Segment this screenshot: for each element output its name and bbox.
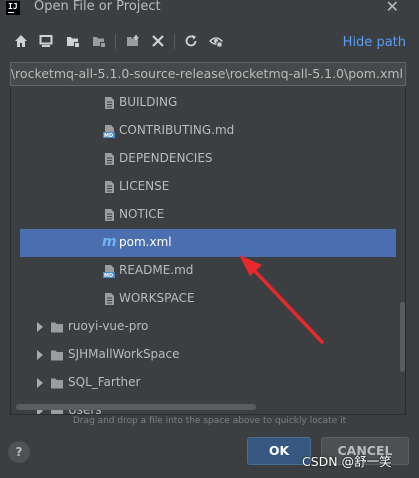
tree-item-sql-farther[interactable]: SQL_Farther [11,369,397,397]
help-button[interactable]: ? [8,441,30,463]
svg-text:MD: MD [104,133,113,138]
horizontal-scrollbar[interactable] [16,404,256,410]
tree-item-label: ruoyi-vue-pro [68,319,149,333]
expand-arrow-icon[interactable] [37,322,43,332]
tree-item-label: pom.xml [119,235,172,249]
tree-item-label: BUILDING [119,95,178,109]
tree-item-label: SQL_Farther [68,375,141,389]
expand-arrow-icon[interactable] [37,350,43,360]
tree-item-license[interactable]: LICENSE [11,173,397,201]
toolbar-separator [115,34,116,49]
tree-item-label: README.md [119,263,194,277]
toolbar: Hide path [0,30,419,54]
tree-item-label: NOTICE [119,207,165,221]
path-input[interactable]: MQ\rocketmq-all-5.1.0-source-release\roc… [10,62,406,86]
markdown-file-icon: MD [102,124,116,138]
intellij-logo-icon: IJ [6,1,20,15]
maven-file-icon: m [102,234,117,250]
new-folder-icon[interactable] [126,34,140,48]
project-folder-icon[interactable] [66,34,80,48]
window-title: Open File or Project [34,0,161,14]
hide-path-link[interactable]: Hide path [343,35,406,50]
tree-item-label: DEPENDENCIES [119,151,213,165]
tree-item-pom-xml[interactable]: m pom.xml [20,229,396,257]
title-bar: IJ Open File or Project ✕ [0,0,419,18]
text-file-icon [102,292,116,306]
folder-icon [50,376,64,390]
svg-text:MD: MD [104,273,113,278]
show-hidden-icon[interactable] [209,34,223,48]
tree-item-workspace[interactable]: WORKSPACE [11,285,397,313]
module-folder-icon[interactable] [92,34,106,48]
tree-item-contributing[interactable]: MD CONTRIBUTING.md [11,117,397,145]
home-icon[interactable] [14,34,28,48]
tree-item-label: SJHMallWorkSpace [68,347,180,361]
close-icon[interactable]: ✕ [386,0,399,16]
drag-drop-hint: Drag and drop a file into the space abov… [72,416,347,426]
tree-item-label: CONTRIBUTING.md [119,123,235,137]
text-file-icon [102,152,116,166]
folder-icon [50,348,64,362]
vertical-scrollbar[interactable] [400,302,405,372]
expand-arrow-icon[interactable] [37,378,43,388]
tree-item-dependencies[interactable]: DEPENDENCIES [11,145,397,173]
delete-icon[interactable] [151,34,165,48]
text-file-icon [102,208,116,222]
refresh-icon[interactable] [184,34,198,48]
tree-item-label: LICENSE [119,179,170,193]
desktop-icon[interactable] [39,34,53,48]
tree-item-building[interactable]: BUILDING [11,89,397,117]
csdn-watermark: CSDN @舒一笑 [302,454,392,469]
tree-item-notice[interactable]: NOTICE [11,201,397,229]
text-file-icon [102,96,116,110]
file-tree[interactable]: BUILDING MD CONTRIBUTING.md DEPENDENCIES… [10,87,406,415]
path-input-value: MQ\rocketmq-all-5.1.0-source-release\roc… [10,66,403,81]
tree-item-ruoyi-vue-pro[interactable]: ruoyi-vue-pro [11,313,397,341]
tree-item-readme[interactable]: MD README.md [11,257,397,285]
text-file-icon [102,180,116,194]
markdown-file-icon: MD [102,264,116,278]
toolbar-separator [174,34,175,49]
folder-icon [50,320,64,334]
tree-item-label: WORKSPACE [119,291,195,305]
tree-item-sjhmallworkspace[interactable]: SJHMallWorkSpace [11,341,397,369]
